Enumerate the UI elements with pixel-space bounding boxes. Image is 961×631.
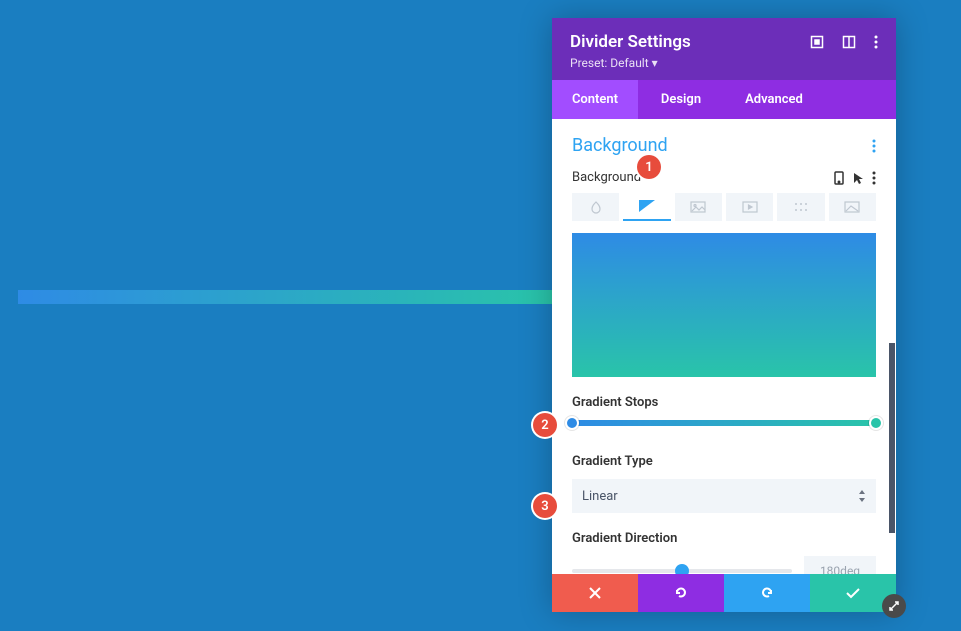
select-caret-icon [858,490,866,502]
gradient-stop-end[interactable] [869,416,883,430]
gradient-type-value: Linear [582,489,618,504]
settings-panel: Divider Settings Preset: Default ▾ Conte… [552,18,896,612]
field-menu-icon[interactable] [872,171,876,185]
phone-view-icon[interactable] [834,171,844,185]
gradient-stop-start[interactable] [565,416,579,430]
gradient-direction-input[interactable]: 180deg [804,556,876,574]
gradient-stops-label: Gradient Stops [572,395,876,410]
snap-panel-icon[interactable] [842,35,856,49]
kebab-menu-icon[interactable] [874,35,878,49]
callout-3: 3 [533,494,557,518]
divider-module-preview[interactable] [18,290,552,304]
bg-type-pattern[interactable] [777,193,824,221]
bg-type-mask[interactable] [829,193,876,221]
gradient-direction-label: Gradient Direction [572,531,876,546]
gradient-preview[interactable] [572,233,876,377]
panel-header: Divider Settings Preset: Default ▾ [552,18,896,80]
callout-1: 1 [637,155,661,179]
gradient-stops-track[interactable] [572,420,876,426]
cancel-button[interactable] [552,574,638,612]
background-label: Background [572,170,641,185]
bg-type-image[interactable] [675,193,722,221]
section-title: Background [572,135,668,156]
bg-type-video[interactable] [726,193,773,221]
page-canvas: Divider Settings Preset: Default ▾ Conte… [0,0,961,631]
redo-button[interactable] [724,574,810,612]
tab-content[interactable]: Content [552,80,638,119]
gradient-type-select[interactable]: Linear [572,479,876,513]
gradient-direction-thumb[interactable] [675,564,689,574]
undo-button[interactable] [638,574,724,612]
preset-selector[interactable]: Preset: Default ▾ [570,56,878,70]
panel-body: Background Background [552,119,896,574]
resize-handle-icon[interactable] [882,594,906,618]
gradient-type-label: Gradient Type [572,454,876,469]
bg-type-color[interactable] [572,193,619,221]
callout-2: 2 [533,413,557,437]
section-menu-icon[interactable] [872,139,876,153]
tab-advanced[interactable]: Advanced [724,80,824,119]
background-type-tabs [572,193,876,221]
panel-scrollbar[interactable] [889,343,895,533]
tab-design[interactable]: Design [638,80,724,119]
bg-type-gradient[interactable] [623,193,670,221]
gradient-direction-slider[interactable] [572,569,792,573]
tab-bar: Content Design Advanced [552,80,896,119]
panel-title: Divider Settings [570,32,691,52]
expand-icon[interactable] [810,35,824,49]
panel-footer [552,574,896,612]
hover-icon[interactable] [852,171,864,185]
